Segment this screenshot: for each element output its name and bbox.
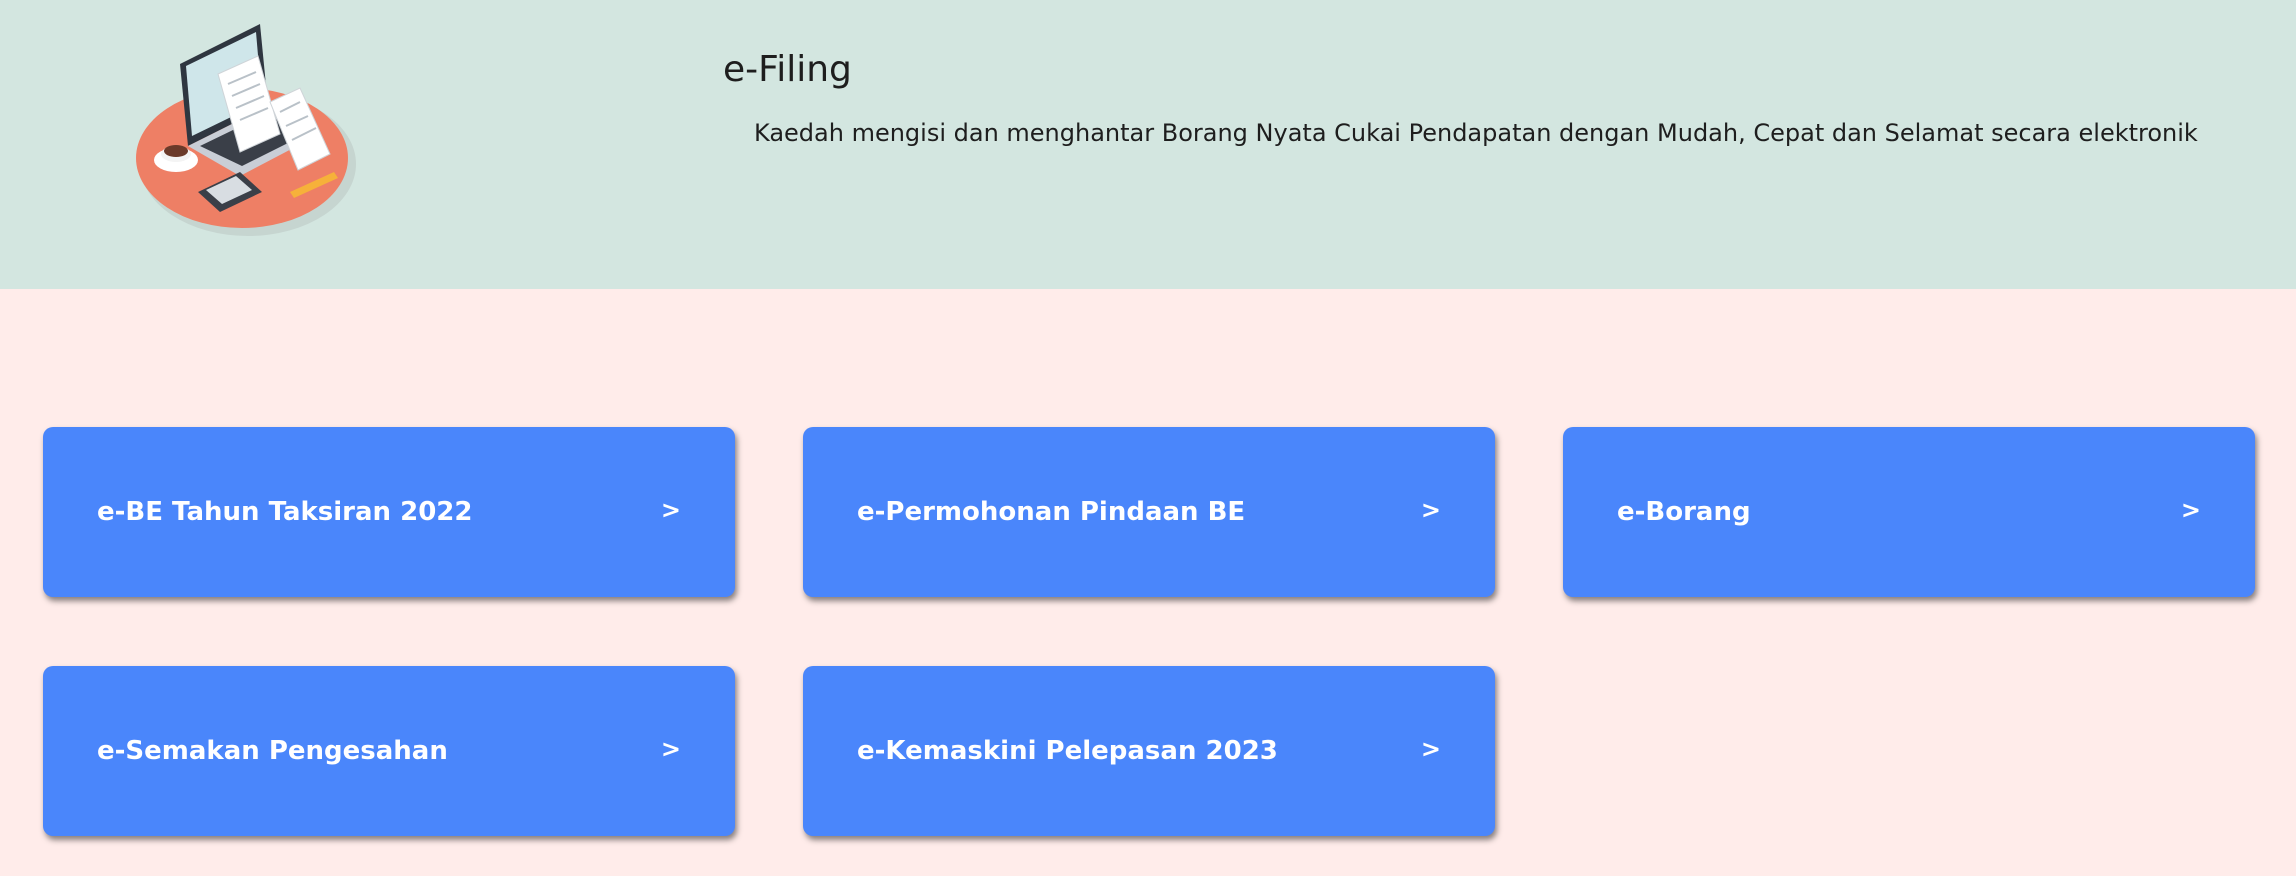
card-label: e-BE Tahun Taksiran 2022: [97, 497, 473, 527]
card-label: e-Kemaskini Pelepasan 2023: [857, 736, 1278, 766]
card-e-be[interactable]: e-BE Tahun Taksiran 2022 >: [43, 427, 735, 597]
tax-filing-illustration: [130, 14, 370, 244]
chevron-right-icon: >: [1420, 735, 1441, 763]
chevron-right-icon: >: [660, 496, 681, 524]
chevron-right-icon: >: [2180, 496, 2201, 524]
card-e-kemaskini-pelepasan[interactable]: e-Kemaskini Pelepasan 2023 >: [803, 666, 1495, 836]
page-subtitle: Kaedah mengisi dan menghantar Borang Nya…: [754, 119, 2198, 147]
page-title: e-Filing: [723, 49, 852, 90]
card-label: e-Semakan Pengesahan: [97, 736, 448, 766]
card-label: e-Borang: [1617, 497, 1751, 527]
card-e-borang[interactable]: e-Borang >: [1563, 427, 2255, 597]
chevron-right-icon: >: [1420, 496, 1441, 524]
card-e-semakan-pengesahan[interactable]: e-Semakan Pengesahan >: [43, 666, 735, 836]
card-label: e-Permohonan Pindaan BE: [857, 497, 1246, 527]
card-e-permohonan-pindaan-be[interactable]: e-Permohonan Pindaan BE >: [803, 427, 1495, 597]
chevron-right-icon: >: [660, 735, 681, 763]
header-banner: e-Filing Kaedah mengisi dan menghantar B…: [0, 0, 2296, 289]
laptop-receipt-icon: [136, 24, 356, 236]
